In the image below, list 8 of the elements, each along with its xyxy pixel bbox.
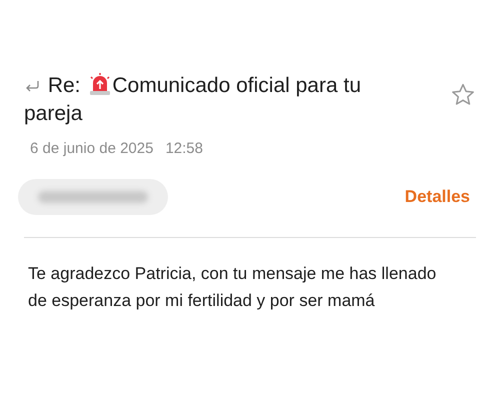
email-date: 6 de junio de 2025	[30, 140, 154, 157]
reply-icon	[24, 79, 40, 93]
details-link[interactable]: Detalles	[404, 187, 470, 207]
email-time: 12:58	[165, 140, 203, 157]
email-body: Te agradezco Patricia, con tu mensaje me has llenado de esperanza por mi fertilidad y por ser mamá	[28, 263, 438, 312]
blurred-sender-chip[interactable]	[18, 179, 168, 215]
email-subject: Re: Comunicado oficial para tu pareja	[24, 72, 362, 127]
siren-icon	[88, 72, 112, 96]
